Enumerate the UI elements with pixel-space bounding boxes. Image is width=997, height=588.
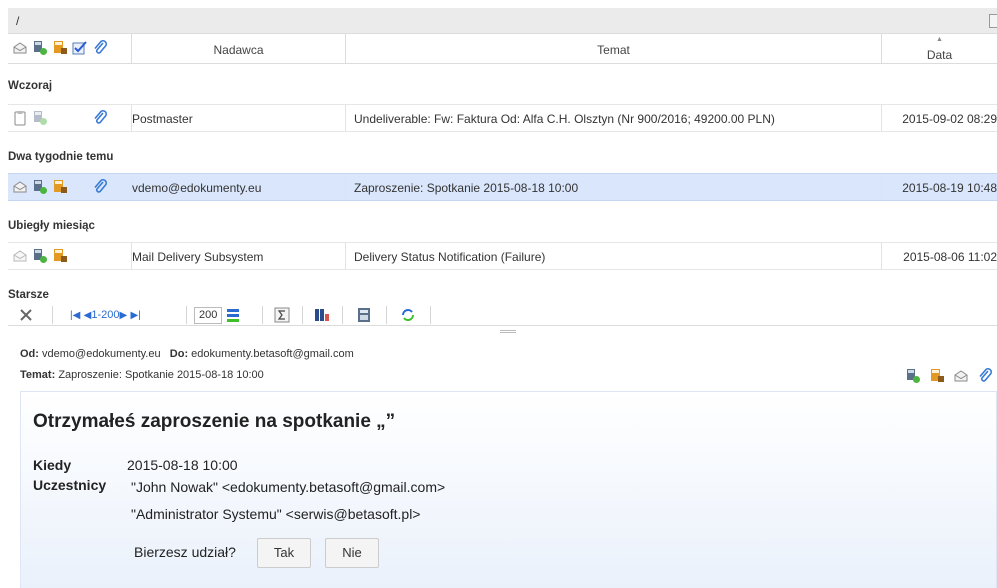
sender-column-label: Nadawca [213,43,264,57]
message-date: 2015-08-06 11:02 [903,250,997,264]
pane-splitter[interactable] [500,330,516,333]
when-value: 2015-08-18 10:00 [127,457,238,473]
sender-column-header[interactable]: Nadawca [132,34,346,63]
from-label: Od: [20,348,39,360]
rows-icon[interactable] [226,307,242,323]
next-page-icon[interactable]: ▶ [119,310,127,321]
refresh-icon[interactable] [400,306,416,324]
preview-actions [905,368,993,384]
clipboard-icon [12,110,28,126]
page-size-control: 200 [194,306,242,324]
from-value: vdemo@edokumenty.eu [42,348,161,360]
message-row-selected[interactable]: vdemo@edokumenty.eu Zaproszenie: Spotkan… [8,173,997,201]
invitation-title: Otrzymałeś zaproszenie na spotkanie „” [33,411,396,432]
last-page-icon[interactable]: ▶| [131,310,141,321]
tools-icon[interactable] [18,306,34,324]
register-icon[interactable] [52,40,68,56]
message-date: 2015-08-19 10:48 [902,181,997,195]
document-icon[interactable] [32,40,48,56]
message-row[interactable]: Mail Delivery Subsystem Delivery Status … [8,242,997,270]
paperclip-icon[interactable] [92,40,108,56]
page-size-input[interactable]: 200 [194,306,223,324]
message-subject: Delivery Status Notification (Failure) [354,250,546,264]
status-dot-icon [72,248,88,264]
page-range: 1-200 [91,309,120,321]
subject-label: Temat: [20,369,56,381]
first-page-icon[interactable]: |◀ [70,310,80,321]
icons-column-header [8,34,132,63]
preview-header-from: Od: vdemo@edokumenty.eu Do: edokumenty.b… [20,348,354,360]
attendee-item: "Administrator Systemu" <serwis@betasoft… [131,506,421,522]
status-dot-icon [72,110,88,126]
pager-toolbar: |◀ ◀ 1-200 ▶ ▶| 200 [8,304,997,326]
columns-icon[interactable] [314,306,330,324]
register-icon[interactable] [52,179,68,195]
previous-page-icon[interactable]: ◀ [84,310,92,321]
register-icon[interactable] [52,248,68,264]
subject-value: Zaproszenie: Spotkanie 2015-08-18 10:00 [58,369,264,381]
group-header: Ubiegły miesiąc [8,220,95,232]
calculator-icon[interactable] [356,306,372,324]
document-icon[interactable] [905,368,921,384]
decline-button[interactable]: Nie [325,538,379,568]
message-subject: Zaproszenie: Spotkanie 2015-08-18 10:00 [354,181,579,195]
status-dot-icon [72,179,88,195]
group-header: Dwa tygodnie temu [8,151,114,163]
date-column-header[interactable]: ▲ Data [882,34,997,63]
sum-icon[interactable] [274,306,290,324]
paperclip-icon[interactable] [92,110,108,126]
accept-button[interactable]: Tak [257,538,311,568]
path-label: / [16,14,20,28]
preview-header-subject: Temat: Zaproszenie: Spotkanie 2015-08-18… [20,369,264,381]
message-subject: Undeliverable: Fw: Faktura Od: Alfa C.H.… [354,112,775,126]
subject-column-label: Temat [597,43,630,57]
group-header: Starsze [8,289,49,301]
envelope-icon[interactable] [953,368,969,384]
document-icon[interactable] [32,179,48,195]
subject-column-header[interactable]: Temat [346,34,882,63]
envelope-icon [12,179,28,195]
message-sender: vdemo@edokumenty.eu [132,181,262,195]
message-sender: Mail Delivery Subsystem [132,250,264,264]
to-label: Do: [169,348,189,360]
message-preview: Od: vdemo@edokumenty.eu Do: edokumenty.b… [8,336,997,588]
paperclip-icon[interactable] [92,179,108,195]
attendees-label: Uczestnicy [33,477,107,493]
to-value: edokumenty.betasoft@gmail.com [191,348,354,360]
envelope-icon[interactable] [12,40,28,56]
document-icon[interactable] [32,110,48,126]
envelope-icon [12,248,28,264]
meeting-invitation: Otrzymałeś zaproszenie na spotkanie „” K… [20,391,997,588]
attendee-item: "John Nowak" <edokumenty.betasoft@gmail.… [131,479,446,495]
attendance-question: Bierzesz udział? [134,544,236,560]
paperclip-icon[interactable] [977,368,993,384]
page-navigation: |◀ ◀ 1-200 ▶ ▶| [70,306,141,324]
sort-ascending-icon: ▲ [936,36,943,43]
panel-toggle-button[interactable] [989,14,997,28]
message-date: 2015-09-02 08:29 [902,112,997,126]
checkbox-icon[interactable] [72,40,88,56]
when-label: Kiedy [33,457,72,473]
path-bar: / [8,8,997,34]
message-row[interactable]: Postmaster Undeliverable: Fw: Faktura Od… [8,104,997,132]
group-header: Wczoraj [8,80,53,92]
message-sender: Postmaster [132,112,193,126]
document-icon[interactable] [32,248,48,264]
date-column-label: Data [926,48,953,62]
message-list-header: Nadawca Temat ▲ Data [8,34,997,64]
register-icon[interactable] [929,368,945,384]
